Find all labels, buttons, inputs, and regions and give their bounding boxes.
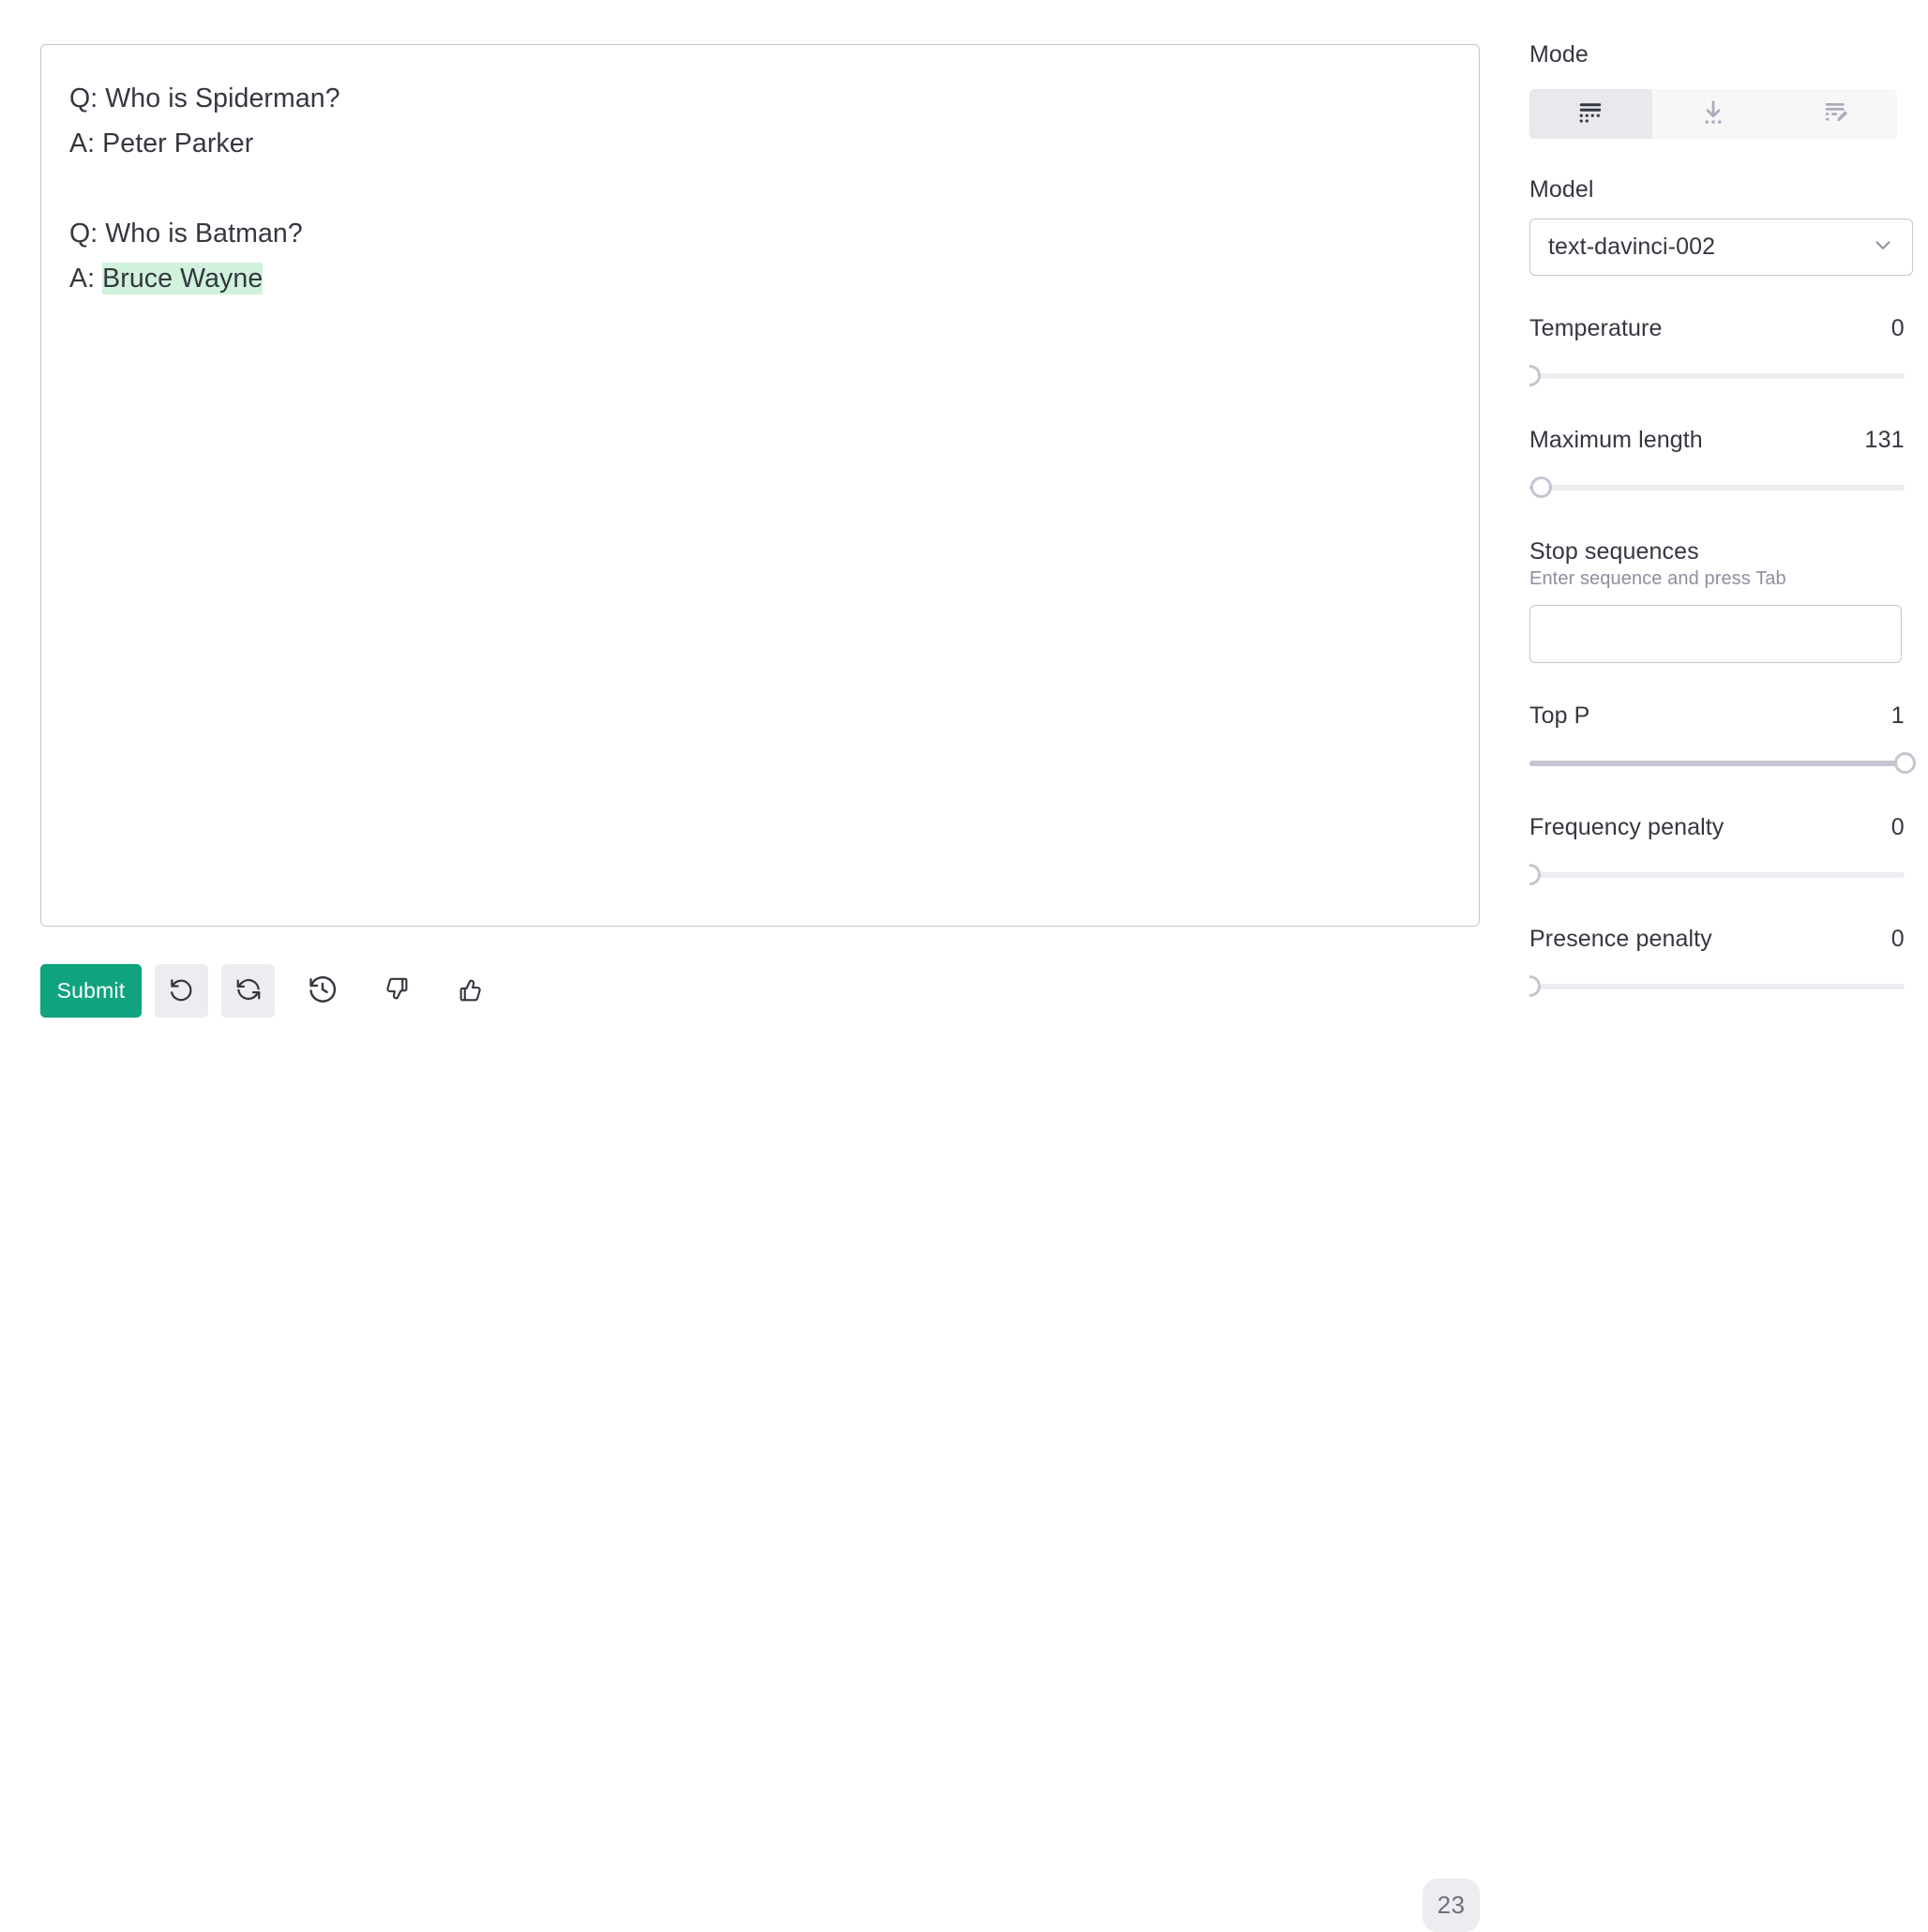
frequency-penalty-value: 0 [1890,814,1905,840]
temperature-section: Temperature 0 [1529,315,1905,387]
frequency-penalty-section: Frequency penalty 0 [1529,814,1905,886]
stop-sequences-hint: Enter sequence and press Tab [1529,568,1786,589]
slider-track [1529,373,1905,379]
frequency-penalty-header: Frequency penalty 0 [1529,814,1905,841]
complete-mode-icon [1576,98,1604,129]
top-p-section: Top P 1 [1529,702,1916,775]
mode-toggle-group [1529,89,1897,139]
history-button[interactable] [295,964,349,1018]
slider-track [1529,984,1905,989]
maximum-length-header: Maximum length 131 [1529,427,1905,454]
mode-option-complete[interactable] [1529,89,1652,139]
slider-thumb[interactable] [1529,864,1541,885]
top-p-header: Top P 1 [1529,702,1905,730]
prompt-editor[interactable]: Q: Who is Spiderman? A: Peter Parker Q: … [40,44,1480,927]
edit-mode-icon [1822,98,1850,129]
stop-sequences-section: Stop sequences Enter sequence and press … [1529,538,1928,663]
model-select-value: text-davinci-002 [1548,234,1716,260]
undo-button[interactable] [155,963,208,1018]
slider-track [1529,872,1905,878]
top-p-slider[interactable] [1529,752,1916,775]
slider-thumb[interactable] [1529,975,1541,997]
stop-sequences-label: Stop sequences [1529,538,1699,565]
bottom-toolbar: Submit 23 [40,961,1480,1932]
playground-app: Q: Who is Spiderman? A: Peter Parker Q: … [0,0,1928,1932]
maximum-length-slider[interactable] [1529,476,1905,499]
chevron-down-icon [1871,233,1895,262]
undo-icon [168,975,196,1006]
thumbs-up-icon [457,975,485,1006]
top-p-value: 1 [1890,702,1905,729]
presence-penalty-label: Presence penalty [1529,926,1712,952]
token-count-badge: 23 [1423,1879,1480,1932]
model-section: Model text-davinci-002 [1529,176,1928,276]
temperature-value: 0 [1890,315,1905,341]
frequency-penalty-slider[interactable] [1529,864,1905,886]
slider-track [1529,485,1905,491]
presence-penalty-section: Presence penalty 0 [1529,926,1905,998]
temperature-header: Temperature 0 [1529,315,1905,342]
temperature-label: Temperature [1529,315,1663,341]
temperature-slider[interactable] [1529,365,1905,387]
regenerate-icon [234,975,263,1006]
slider-fill [1529,761,1905,766]
settings-sidebar: Mode Model text-davinci-002 Temperature … [1529,0,1928,1047]
slider-thumb[interactable] [1894,752,1916,774]
model-label: Model [1529,176,1594,203]
main-panel: Q: Who is Spiderman? A: Peter Parker Q: … [40,44,1480,1932]
mode-section: Mode [1529,41,1928,139]
maximum-length-label: Maximum length [1529,427,1703,453]
maximum-length-section: Maximum length 131 [1529,427,1905,499]
mode-option-edit[interactable] [1774,89,1897,139]
presence-penalty-header: Presence penalty 0 [1529,926,1905,953]
prompt-line-4: Q: Who is Batman? [69,219,303,249]
regenerate-button[interactable] [221,963,275,1018]
top-p-label: Top P [1529,702,1590,729]
presence-penalty-value: 0 [1890,926,1905,952]
prompt-line-1: Q: Who is Spiderman? [69,83,340,113]
slider-thumb[interactable] [1529,365,1541,386]
answer-prefix: A: [69,264,103,294]
thumbs-down-button[interactable] [369,964,423,1018]
prompt-line-2: A: Peter Parker [69,128,254,158]
insert-mode-icon [1699,98,1727,129]
presence-penalty-slider[interactable] [1529,975,1905,998]
mode-option-insert[interactable] [1652,89,1775,139]
model-select[interactable]: text-davinci-002 [1529,219,1913,276]
stop-sequences-input[interactable] [1529,605,1902,663]
maximum-length-value: 131 [1864,427,1905,453]
prompt-text[interactable]: Q: Who is Spiderman? A: Peter Parker Q: … [69,76,1451,301]
thumbs-up-button[interactable] [444,964,497,1018]
completion-highlight: Bruce Wayne [102,263,264,294]
mode-label: Mode [1529,41,1589,68]
slider-thumb[interactable] [1530,476,1552,498]
history-icon [307,974,339,1008]
thumbs-down-icon [383,975,411,1006]
submit-button[interactable]: Submit [40,963,142,1018]
frequency-penalty-label: Frequency penalty [1529,814,1725,840]
